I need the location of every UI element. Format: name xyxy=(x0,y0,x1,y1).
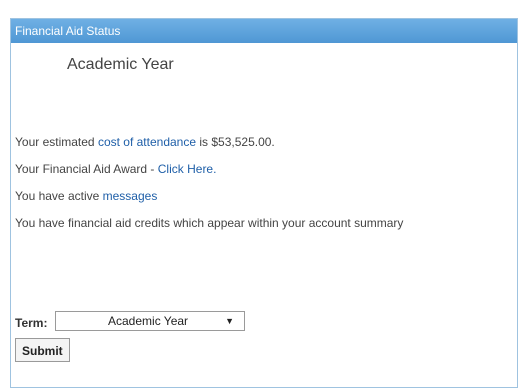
award-prefix: Your Financial Aid Award - xyxy=(15,162,158,176)
cost-prefix: Your estimated xyxy=(15,135,98,149)
cost-of-attendance-line: Your estimated cost of attendance is $53… xyxy=(15,135,275,149)
term-selected-value: Academic Year xyxy=(108,314,189,328)
submit-button[interactable]: Submit xyxy=(15,338,70,362)
chevron-down-icon: ▼ xyxy=(225,316,234,326)
messages-line: You have active messages xyxy=(15,189,157,203)
messages-link[interactable]: messages xyxy=(103,189,158,203)
messages-prefix: You have active xyxy=(15,189,103,203)
cost-suffix: is $53,525.00. xyxy=(196,135,275,149)
cost-of-attendance-link[interactable]: cost of attendance xyxy=(98,135,196,149)
credits-line: You have financial aid credits which app… xyxy=(15,216,404,230)
award-line: Your Financial Aid Award - Click Here. xyxy=(15,162,216,176)
academic-year-heading: Academic Year xyxy=(67,56,174,73)
panel-title: Financial Aid Status xyxy=(11,19,517,43)
term-select[interactable]: Academic Year ▼ xyxy=(55,311,245,331)
term-label: Term: xyxy=(15,316,48,330)
award-click-here-link[interactable]: Click Here. xyxy=(158,162,217,176)
